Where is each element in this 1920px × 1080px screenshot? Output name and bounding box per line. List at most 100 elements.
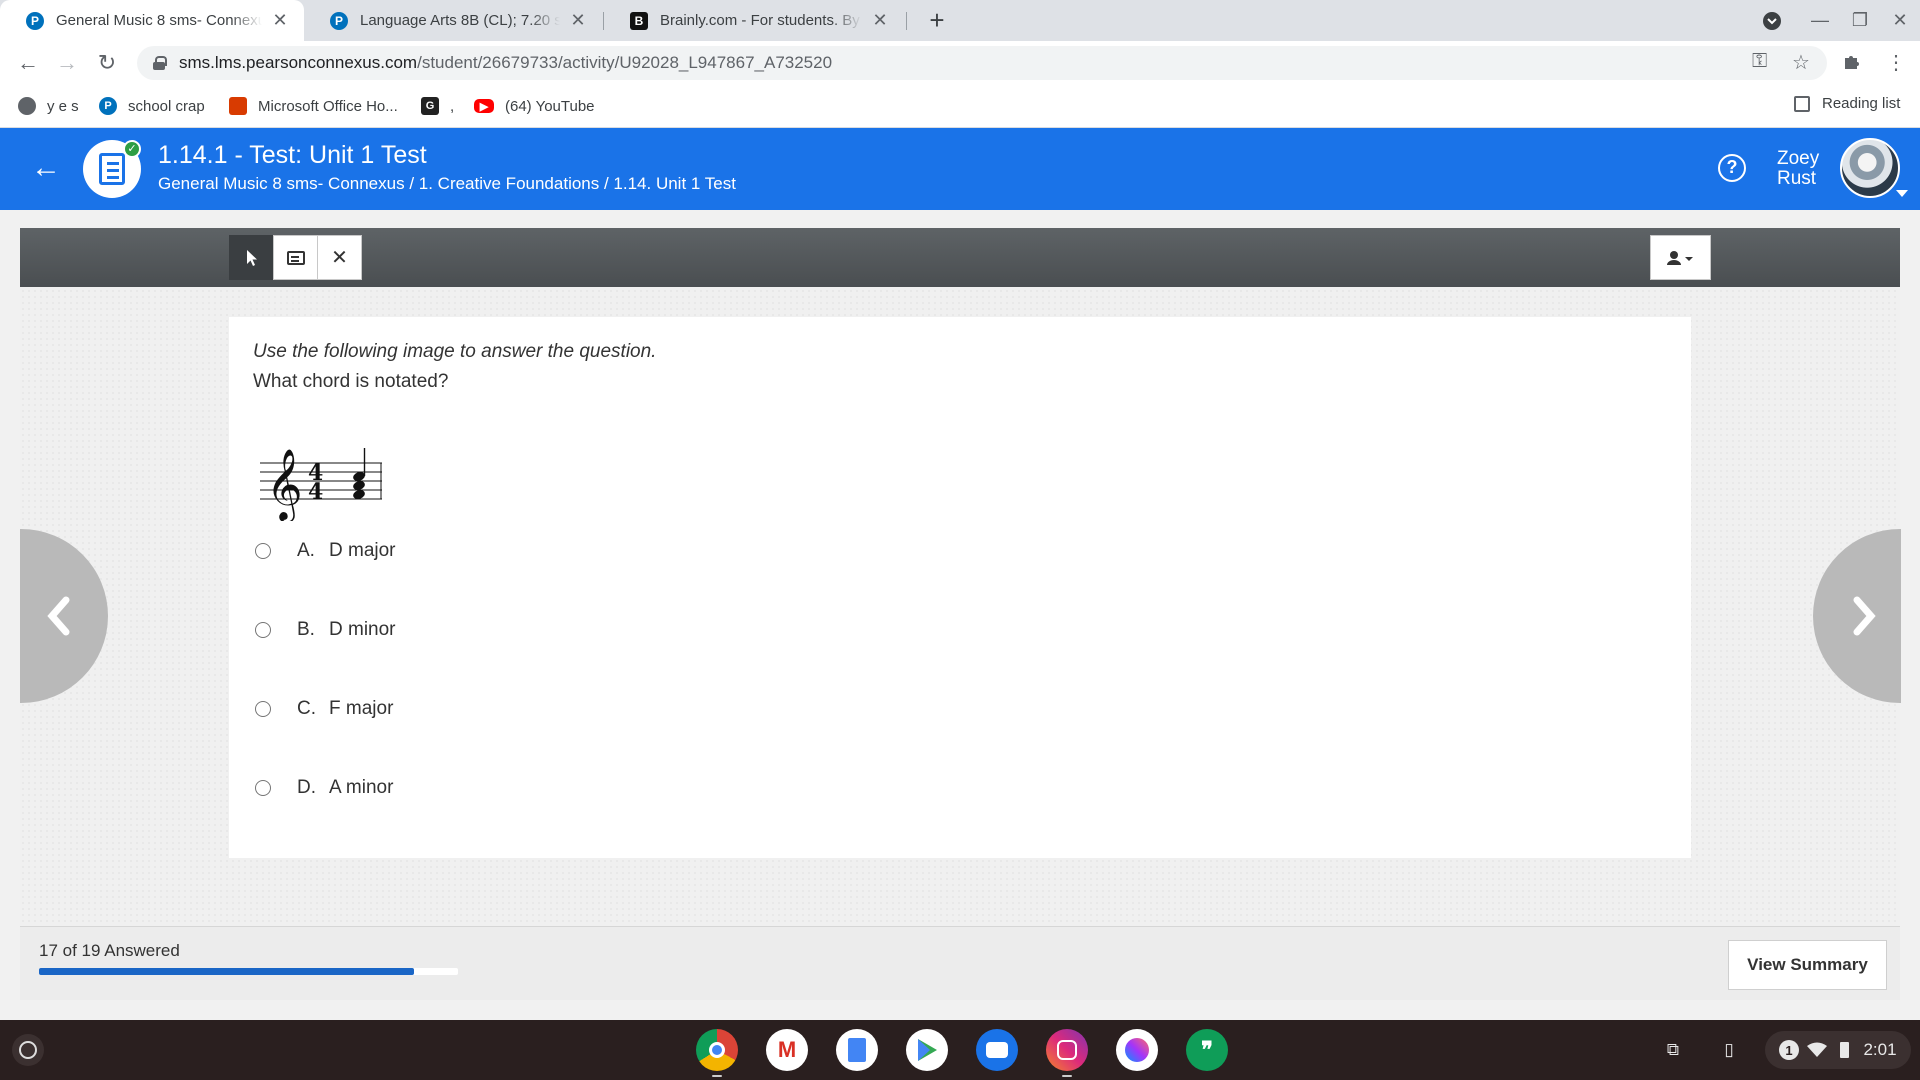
address-bar[interactable]: sms.lms.pearsonconnexus.com/student/2667… [137,46,1827,80]
back-arrow-icon[interactable]: ← [28,150,64,186]
notes-tool-button[interactable] [273,235,318,280]
menu-kebab-icon[interactable]: ⋮ [1886,50,1906,75]
restore-icon[interactable]: ❐ [1840,0,1880,41]
bookmark-label: y e s [47,97,79,115]
tab-title: General Music 8 sms- Connexus [56,12,262,29]
close-tab-icon[interactable]: ✕ [568,10,588,31]
tab-title: Brainly.com - For students. By students [660,12,862,29]
user-name[interactable]: Zoey Rust [1777,149,1819,189]
breadcrumb[interactable]: General Music 8 sms- Connexus / 1. Creat… [158,174,736,194]
pearson-favicon-icon: P [330,11,348,30]
user-menu-button[interactable] [1650,235,1711,280]
note-icon [286,250,305,265]
forward-icon[interactable]: → [52,48,82,78]
caret-down-icon[interactable] [1896,190,1908,197]
play-store-icon[interactable] [906,1029,948,1071]
close-window-icon[interactable]: ✕ [1880,0,1920,41]
tab-general-music[interactable]: P General Music 8 sms- Connexus ✕ [0,0,304,41]
close-icon: ✕ [331,247,348,269]
bookmark-school-crap[interactable]: P school crap [99,95,205,117]
radio-button[interactable] [255,701,271,717]
eliminate-tool-button[interactable]: ✕ [317,235,362,280]
help-icon[interactable]: ? [1718,154,1746,182]
chrome-icon[interactable] [696,1029,738,1071]
answer-choice-c[interactable]: C. F major [255,694,393,724]
choice-letter: D. [297,777,316,798]
radio-button[interactable] [255,622,271,638]
user-last-name: Rust [1777,168,1817,189]
answer-choice-a[interactable]: A. D major [255,536,396,566]
test-footer: 17 of 19 Answered View Summary [20,926,1900,1000]
gmail-icon[interactable]: M [766,1029,808,1071]
g-icon: G [421,97,439,115]
bookmark-office[interactable]: Microsoft Office Ho... [229,95,398,117]
notification-badge[interactable]: 1 [1778,1033,1800,1067]
messenger-icon[interactable] [1116,1029,1158,1071]
bookmark-label: (64) YouTube [505,97,595,115]
bookmark-label: Microsoft Office Ho... [258,97,398,115]
tab-separator [906,12,907,30]
tab-brainly[interactable]: B Brainly.com - For students. By student… [604,0,904,41]
checkmark-icon: ✓ [123,140,141,158]
messages-icon[interactable] [976,1029,1018,1071]
pointer-tool-button[interactable] [229,235,274,280]
key-icon[interactable]: ⚿ [1752,50,1767,73]
answer-choice-b[interactable]: B. D minor [255,615,396,645]
clock: 2:01 [1863,1040,1897,1059]
pearson-favicon-icon: P [26,11,44,30]
choice-text: D major [329,540,396,561]
choice-letter: C. [297,698,316,719]
svg-text:4: 4 [308,479,323,505]
reading-list-icon [1794,95,1810,112]
back-icon[interactable]: ← [13,48,43,78]
test-toolbar: ✕ [20,228,1900,287]
bookmark-youtube[interactable]: ▶ (64) YouTube [474,95,595,117]
progress-bar [39,968,458,975]
answered-count: 17 of 19 Answered [39,941,180,960]
progress-fill [39,968,414,975]
minimize-icon[interactable]: — [1800,0,1840,41]
bookmark-g[interactable]: G , [421,95,454,117]
reload-icon[interactable]: ↻ [92,48,122,78]
url-host: sms.lms.pearsonconnexus.com [179,53,418,72]
avatar[interactable] [1840,138,1900,198]
os-shelf: M ❞ ⧉ ▯ 1 2:01 [0,1020,1920,1080]
answer-choice-d[interactable]: D. A minor [255,773,393,803]
browser-toolbar: ← → ↻ sms.lms.pearsonconnexus.com/studen… [0,41,1920,85]
instagram-icon[interactable] [1046,1029,1088,1071]
close-tab-icon[interactable]: ✕ [870,10,890,31]
svg-text:𝄞: 𝄞 [266,447,303,521]
wifi-icon [1806,1033,1828,1067]
bookmark-yes[interactable]: y e s [18,95,79,117]
office-icon [229,97,247,115]
holding-space-icon[interactable]: ⧉ [1656,1033,1690,1067]
radio-button[interactable] [255,543,271,559]
new-tab-icon[interactable]: + [922,5,952,35]
hangouts-icon[interactable]: ❞ [1186,1029,1228,1071]
user-first-name: Zoey [1777,148,1820,169]
view-summary-button[interactable]: View Summary [1728,940,1887,990]
bookmark-label: , [450,97,455,115]
battery-icon [1838,1033,1850,1067]
close-tab-icon[interactable]: ✕ [270,10,290,31]
radio-button[interactable] [255,780,271,796]
music-notation-image: 𝄞 4 4 [260,447,382,521]
cursor-icon [246,249,257,266]
launcher-icon[interactable] [12,1034,44,1066]
choice-letter: A. [297,540,315,561]
docs-icon[interactable] [836,1029,878,1071]
question-instruction: Use the following image to answer the qu… [253,341,657,362]
extensions-icon[interactable] [1842,50,1862,76]
tab-language-arts[interactable]: P Language Arts 8B (CL); 7.20 sms ✕ [304,0,602,41]
choice-text: D minor [329,619,396,640]
bookmark-label: school crap [128,97,205,115]
question-text: What chord is notated? [253,371,449,392]
phone-hub-icon[interactable]: ▯ [1714,1033,1744,1067]
reading-list-button[interactable]: Reading list [1794,95,1900,112]
chevron-left-icon [47,596,70,636]
running-indicator [1062,1075,1072,1077]
tab-search-icon[interactable] [1752,0,1792,41]
lock-icon [153,56,167,70]
chevron-right-icon [1853,596,1876,636]
bookmark-star-icon[interactable]: ☆ [1792,50,1810,75]
